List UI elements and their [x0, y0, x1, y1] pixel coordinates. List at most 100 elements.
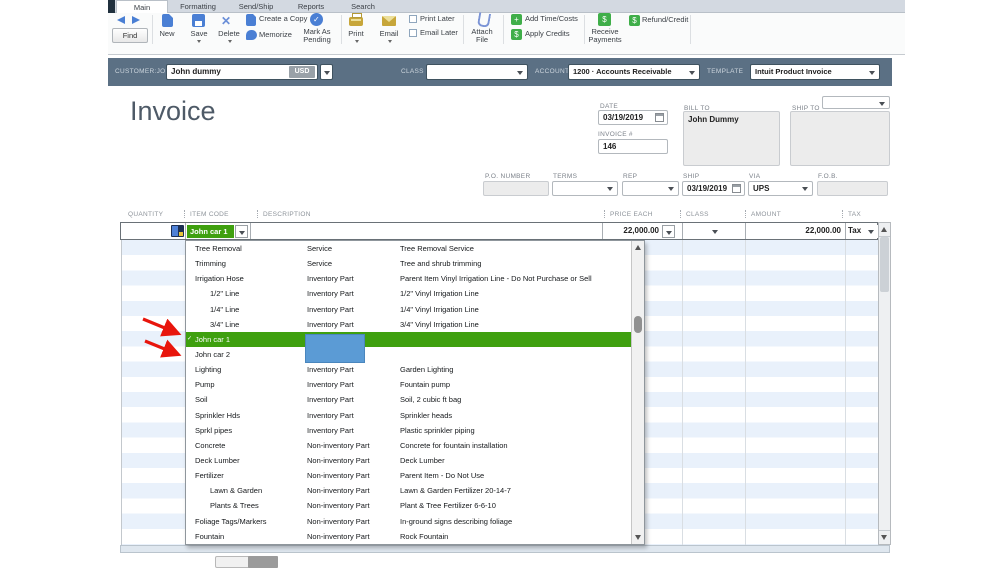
dropdown-item-1-4-line[interactable]: 1/4" LineInventory Part1/4" Vinyl Irriga… — [186, 302, 632, 317]
amount-cell[interactable]: 22,000.00 — [751, 223, 841, 239]
date-field[interactable]: 03/19/2019 — [598, 110, 668, 125]
forward-arrow-icon[interactable] — [132, 16, 140, 24]
line-item-icon[interactable] — [171, 225, 184, 237]
mark-pending-icon[interactable] — [310, 13, 323, 26]
tab-reports[interactable]: Reports — [284, 0, 338, 13]
dropdown-item-irrigation-hose[interactable]: Irrigation HoseInventory PartParent Item… — [186, 271, 632, 286]
print-caret-icon[interactable] — [355, 40, 359, 43]
price-each-cell[interactable]: 22,000.00 — [602, 223, 659, 239]
account-dropdown[interactable]: 1200 · Accounts Receivable — [568, 64, 700, 80]
customer-job-input[interactable]: John dummy USD — [166, 64, 318, 80]
dropdown-item-pump[interactable]: PumpInventory PartFountain pump — [186, 377, 632, 392]
item-name: Tree Removal — [195, 241, 242, 256]
dropdown-item-sprinkler-hds[interactable]: Sprinkler HdsInventory PartSprinkler hea… — [186, 408, 632, 423]
apply-credits-icon[interactable] — [511, 29, 522, 40]
tab-search[interactable]: Search — [338, 0, 388, 13]
calendar-icon[interactable] — [732, 184, 741, 193]
item-dropdown-list[interactable]: Tree RemovalServiceTree Removal ServiceT… — [185, 240, 645, 545]
ship-to-dropdown[interactable] — [822, 96, 890, 109]
dropdown-item-sprkl-pipes[interactable]: Sprkl pipesInventory PartPlastic sprinkl… — [186, 423, 632, 438]
new-icon[interactable] — [162, 14, 173, 27]
rep-dropdown[interactable] — [622, 181, 679, 196]
dropdown-item-deck-lumber[interactable]: Deck LumberNon-inventory PartDeck Lumber — [186, 453, 632, 468]
via-dropdown[interactable]: UPS — [748, 181, 813, 196]
email-later-checkbox[interactable] — [409, 29, 417, 37]
item-code-cell[interactable]: John car 1 — [187, 225, 234, 238]
mark-pending-button[interactable]: Mark As Pending — [296, 28, 338, 43]
scroll-down-icon[interactable] — [635, 535, 641, 540]
memorize-icon[interactable] — [246, 30, 257, 40]
calendar-icon[interactable] — [655, 113, 664, 122]
add-time-costs-button[interactable]: Add Time/Costs — [525, 15, 578, 23]
find-button[interactable]: Find — [112, 28, 148, 43]
apply-credits-button[interactable]: Apply Credits — [525, 30, 570, 38]
item-description: Garden Lighting — [400, 362, 453, 377]
dropdown-item-foliage-tags-markers[interactable]: Foliage Tags/MarkersNon-inventory PartIn… — [186, 514, 632, 529]
dropdown-item-concrete[interactable]: ConcreteNon-inventory PartConcrete for f… — [186, 438, 632, 453]
refund-credit-icon[interactable] — [629, 15, 640, 26]
invoice-line-row[interactable]: John car 1 22,000.00 22,000.00 Tax — [120, 222, 878, 240]
create-copy-button[interactable]: Create a Copy — [259, 15, 307, 23]
ship-date-field[interactable]: 03/19/2019 — [682, 181, 745, 196]
dropdown-item-plants-trees[interactable]: Plants & TreesNon-inventory PartPlant & … — [186, 498, 632, 513]
dropdown-item-john-car-1[interactable]: John car 1 — [186, 332, 632, 347]
new-button[interactable]: New — [153, 30, 181, 38]
memorize-button[interactable]: Memorize — [259, 31, 292, 39]
scrollbar-thumb[interactable] — [880, 237, 889, 292]
scrollbar-thumb[interactable] — [634, 316, 642, 333]
delete-button[interactable]: Delete — [214, 30, 244, 38]
print-button[interactable]: Print — [342, 30, 370, 38]
item-code-dropdown-button[interactable] — [235, 225, 248, 238]
bill-to-box[interactable]: John Dummy — [683, 111, 780, 166]
fob-field[interactable] — [817, 181, 888, 196]
dropdown-item-lawn-garden[interactable]: Lawn & GardenNon-inventory PartLawn & Ga… — [186, 483, 632, 498]
save-caret-icon[interactable] — [197, 40, 201, 43]
scroll-up-button[interactable] — [879, 223, 890, 237]
grid-scrollbar[interactable] — [878, 222, 891, 545]
template-dropdown[interactable]: Intuit Product Invoice — [750, 64, 880, 80]
dropdown-item-fertilizer[interactable]: FertilizerNon-inventory PartParent Item … — [186, 468, 632, 483]
create-copy-icon[interactable] — [246, 14, 256, 26]
dropdown-item-john-car-2[interactable]: John car 2 — [186, 347, 632, 362]
tax-dropdown-button[interactable] — [865, 225, 878, 238]
tax-cell[interactable]: Tax — [848, 223, 866, 239]
window-edge — [108, 0, 115, 13]
dropdown-item-trimming[interactable]: TrimmingServiceTree and shrub trimming — [186, 256, 632, 271]
add-time-costs-icon[interactable] — [511, 14, 522, 25]
attach-file-button[interactable]: Attach File — [467, 28, 497, 43]
dropdown-item-tree-removal[interactable]: Tree RemovalServiceTree Removal Service — [186, 241, 632, 256]
email-icon[interactable] — [382, 16, 396, 26]
email-caret-icon[interactable] — [388, 40, 392, 43]
price-dropdown-button[interactable] — [662, 225, 675, 238]
save-icon[interactable] — [192, 14, 205, 27]
partial-bottom-button-segment[interactable] — [248, 556, 278, 568]
terms-dropdown[interactable] — [552, 181, 618, 196]
dropdown-item-soil[interactable]: SoilInventory PartSoil, 2 cubic ft bag — [186, 392, 632, 407]
dropdown-scrollbar[interactable] — [631, 241, 644, 544]
receive-payments-button[interactable]: Receive Payments — [583, 28, 627, 43]
invoice-number-field[interactable]: 146 — [598, 139, 668, 154]
dropdown-item-1-2-line[interactable]: 1/2" LineInventory Part1/2" Vinyl Irriga… — [186, 286, 632, 301]
class-dropdown[interactable] — [426, 64, 528, 80]
delete-caret-icon[interactable] — [228, 40, 232, 43]
print-later-checkbox[interactable] — [409, 15, 417, 23]
receive-payments-icon[interactable] — [598, 13, 611, 26]
tab-formatting[interactable]: Formatting — [168, 0, 228, 13]
scroll-down-button[interactable] — [879, 530, 890, 544]
dropdown-item-3-4-line[interactable]: 3/4" LineInventory Part3/4" Vinyl Irriga… — [186, 317, 632, 332]
ship-to-box[interactable] — [790, 111, 890, 166]
po-number-field[interactable] — [483, 181, 549, 196]
refund-credit-button[interactable]: Refund/Credit — [642, 16, 688, 24]
dropdown-item-fountain[interactable]: FountainNon-inventory PartRock Fountain — [186, 529, 632, 544]
print-icon[interactable] — [349, 17, 363, 26]
customer-dropdown-button[interactable] — [320, 64, 333, 80]
delete-icon[interactable] — [221, 12, 235, 26]
tab-send-ship[interactable]: Send/Ship — [228, 0, 284, 13]
save-button[interactable]: Save — [185, 30, 213, 38]
back-arrow-icon[interactable] — [117, 16, 125, 24]
class-cell-dropdown-button[interactable] — [709, 225, 722, 238]
tab-main[interactable]: Main — [116, 0, 168, 13]
dropdown-item-lighting[interactable]: LightingInventory PartGarden Lighting — [186, 362, 632, 377]
email-button[interactable]: Email — [375, 30, 403, 38]
scroll-up-icon[interactable] — [635, 245, 641, 250]
